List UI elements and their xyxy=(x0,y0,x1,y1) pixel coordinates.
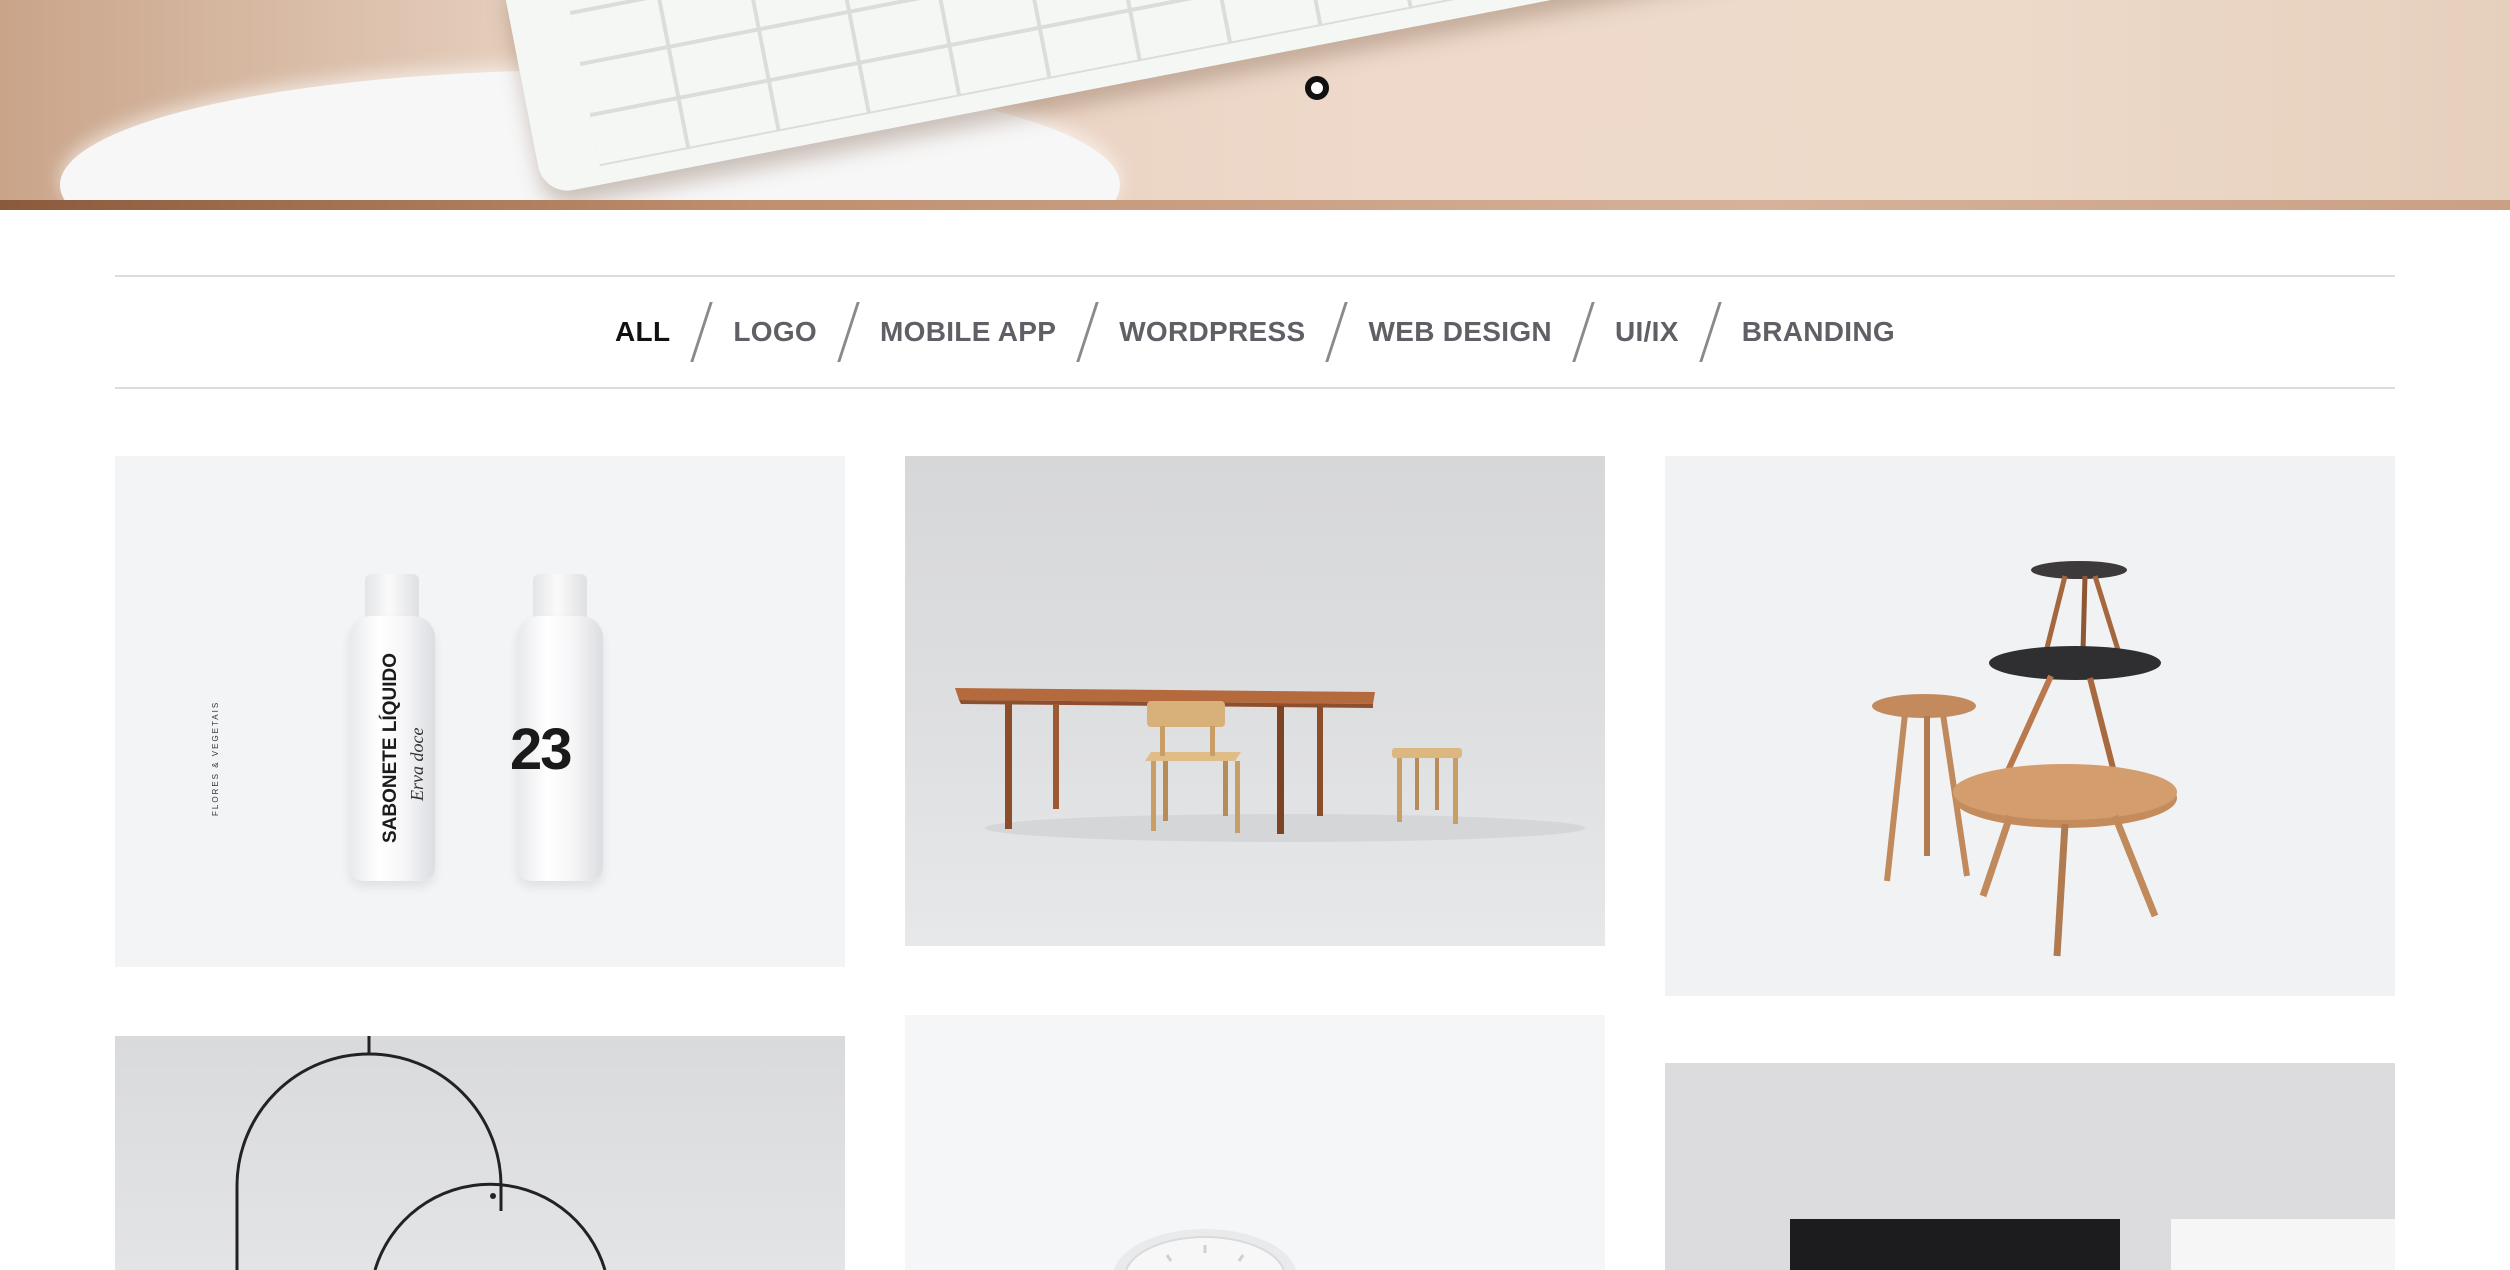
filter-separator xyxy=(1325,302,1349,362)
hoops-illustration xyxy=(235,1036,607,1270)
filter-separator xyxy=(1076,302,1099,362)
portfolio-filter: ALL LOGO MOBILE APP WORDPRESS WEB DESIGN… xyxy=(115,275,2395,389)
filter-wordpress[interactable]: WORDPRESS xyxy=(1117,316,1307,348)
side-tables-illustration xyxy=(1872,561,2177,957)
bottle-brand-text: FLORES & VEGETAIS xyxy=(211,700,220,816)
portfolio-item-table[interactable] xyxy=(905,456,1605,946)
filter-separator xyxy=(690,302,714,362)
portfolio-item-side-tables[interactable] xyxy=(1665,456,2395,996)
hero-banner xyxy=(0,0,2510,210)
portfolio-item-stationery[interactable] xyxy=(1665,1063,2395,1270)
filter-all[interactable]: ALL xyxy=(613,316,672,348)
stationery-illustration xyxy=(1790,1219,2395,1270)
filter-mobile-app[interactable]: MOBILE APP xyxy=(878,316,1058,348)
filter-branding[interactable]: BRANDING xyxy=(1740,316,1897,348)
filter-separator xyxy=(1698,302,1722,362)
filter-logo[interactable]: LOGO xyxy=(731,316,819,348)
portfolio-item-hoops[interactable] xyxy=(115,1036,845,1270)
portfolio-item-bottles[interactable]: FLORES & VEGETAIS SABONETE LÍQUIDO Erva … xyxy=(115,456,845,967)
slider-dot[interactable] xyxy=(1305,76,1329,100)
bottle-label-text: SABONETE LÍQUIDO xyxy=(380,652,401,843)
filter-web-design[interactable]: WEB DESIGN xyxy=(1366,316,1553,348)
filter-separator xyxy=(837,302,860,362)
bottle-script-text: Erva doce xyxy=(407,727,427,801)
table-chairs-illustration xyxy=(955,688,1585,842)
clock-illustration xyxy=(1114,1229,1296,1270)
bottle-number-text: 23 xyxy=(510,717,572,782)
filter-ui-ix[interactable]: UI/IX xyxy=(1613,316,1681,348)
filter-separator xyxy=(1572,302,1595,362)
portfolio-item-clock[interactable] xyxy=(905,1015,1605,1270)
